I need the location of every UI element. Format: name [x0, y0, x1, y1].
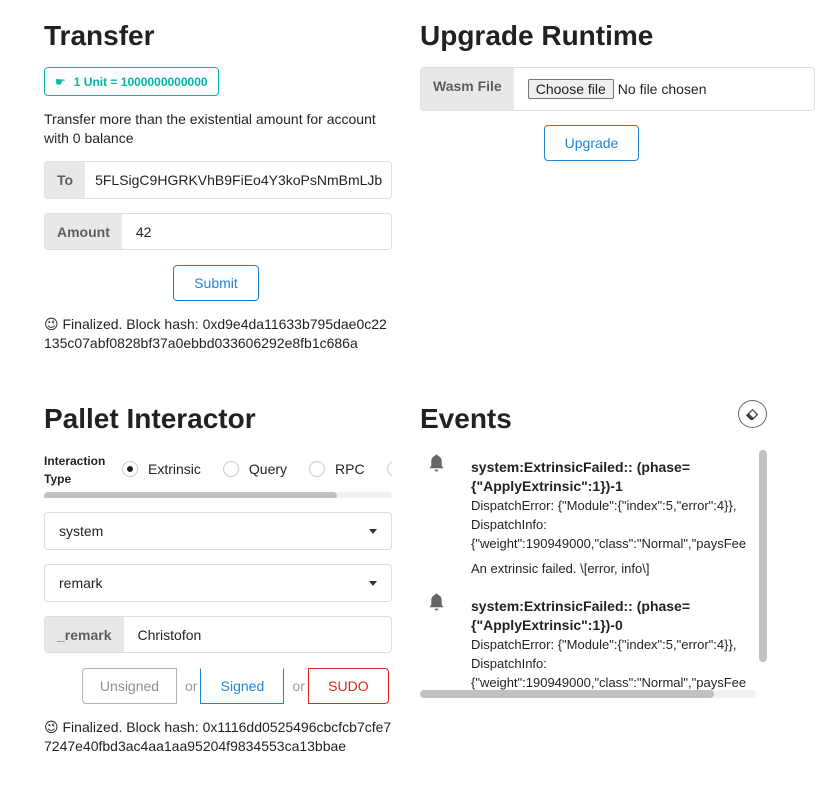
- eraser-icon: [746, 408, 759, 420]
- or-separator: or: [292, 678, 305, 694]
- wasm-file-label: Wasm File: [421, 68, 514, 110]
- to-field[interactable]: To 5FLSigC9HGRKVhB9FiEo4Y3koPsNmBmLJb: [44, 161, 392, 199]
- or-separator: or: [185, 678, 198, 694]
- interaction-type-label: Interaction Type: [44, 454, 106, 486]
- dropdown-caret-icon: [369, 580, 377, 586]
- interaction-scrollbar-thumb[interactable]: [44, 492, 337, 498]
- radio-extrinsic-label[interactable]: Extrinsic: [148, 461, 201, 477]
- callable-dropdown-value: remark: [59, 575, 103, 591]
- upgrade-title: Upgrade Runtime: [420, 20, 654, 51]
- bell-icon: [427, 592, 446, 615]
- unit-badge-text: 1 Unit = 1000000000000: [73, 74, 208, 89]
- interaction-scrollbar-track[interactable]: [44, 492, 392, 498]
- pallet-dropdown-value: system: [59, 523, 104, 539]
- events-vertical-scrollbar[interactable]: [759, 450, 767, 662]
- to-input-value: 5FLSigC9HGRKVhB9FiEo4Y3koPsNmBmLJb: [95, 172, 383, 188]
- transfer-status-text: Finalized. Block hash: 0xd9e4da11633b795…: [44, 316, 387, 351]
- radio-rpc[interactable]: [309, 461, 326, 477]
- upgrade-button[interactable]: Upgrade: [544, 125, 639, 161]
- event-dispatch-error: DispatchError: {"Module":{"index":5,"err…: [471, 637, 737, 652]
- signed-button[interactable]: Signed: [200, 668, 285, 704]
- amount-label: Amount: [45, 214, 122, 249]
- wink-emoji-icon: 😉: [44, 316, 59, 332]
- event-item: system:ExtrinsicFailed:: (phase={"ApplyE…: [471, 597, 767, 692]
- pallet-status: 😉 Finalized. Block hash: 0x1116dd0525496…: [44, 718, 394, 756]
- events-horizontal-scrollbar-thumb[interactable]: [420, 690, 714, 698]
- interaction-type-options: Extrinsic Query RPC C: [122, 461, 392, 477]
- transfer-help-text: Transfer more than the existential amoun…: [44, 111, 376, 146]
- transfer-status: 😉 Finalized. Block hash: 0xd9e4da11633b7…: [44, 315, 394, 353]
- hand-pointer-icon: ☛: [55, 74, 66, 89]
- pallet-dropdown[interactable]: system: [44, 512, 392, 550]
- transfer-title: Transfer: [44, 20, 155, 51]
- events-title: Events: [420, 403, 512, 434]
- event-item: system:ExtrinsicFailed:: (phase={"ApplyE…: [471, 458, 767, 578]
- event-dispatch-info-label: DispatchInfo:: [471, 517, 547, 532]
- to-label: To: [45, 162, 86, 198]
- unsigned-button[interactable]: Unsigned: [82, 668, 177, 704]
- clear-events-button[interactable]: [738, 400, 767, 428]
- radio-extrinsic[interactable]: [122, 461, 138, 477]
- amount-input[interactable]: 42: [122, 214, 391, 249]
- unit-badge: ☛ 1 Unit = 1000000000000: [44, 67, 219, 96]
- wasm-file-input[interactable]: Choose file No file chosen: [514, 68, 814, 110]
- event-title: system:ExtrinsicFailed:: (phase={"ApplyE…: [471, 598, 691, 633]
- callable-dropdown[interactable]: remark: [44, 564, 392, 602]
- events-horizontal-scrollbar-track[interactable]: [420, 690, 756, 698]
- event-description: An extrinsic failed. \[error, info\]: [471, 561, 650, 576]
- remark-input[interactable]: Christofon: [124, 617, 392, 652]
- remark-label: _remark: [45, 617, 124, 652]
- event-dispatch-error: DispatchError: {"Module":{"index":5,"err…: [471, 498, 737, 513]
- radio-query-label[interactable]: Query: [249, 461, 287, 477]
- wink-emoji-icon: 😉: [44, 719, 59, 735]
- remark-field[interactable]: _remark Christofon: [44, 616, 392, 653]
- radio-constant[interactable]: [386, 461, 392, 477]
- submit-button-group: Unsigned or Signed or SUDO: [82, 668, 389, 704]
- pallet-status-text: Finalized. Block hash: 0x1116dd0525496cb…: [44, 719, 392, 754]
- radio-rpc-label[interactable]: RPC: [335, 461, 365, 477]
- events-feed[interactable]: system:ExtrinsicFailed:: (phase={"ApplyE…: [420, 450, 767, 700]
- to-input[interactable]: 5FLSigC9HGRKVhB9FiEo4Y3koPsNmBmLJb: [85, 162, 391, 198]
- interaction-type-group: Interaction Type Extrinsic Query RPC C: [44, 452, 392, 498]
- dropdown-caret-icon: [369, 528, 377, 534]
- event-dispatch-info-label: DispatchInfo:: [471, 656, 547, 671]
- bell-icon: [427, 453, 446, 476]
- choose-file-button[interactable]: Choose file: [527, 79, 614, 99]
- radio-query[interactable]: [222, 461, 239, 477]
- no-file-text: No file chosen: [617, 81, 707, 97]
- amount-field[interactable]: Amount 42: [44, 213, 392, 250]
- submit-button[interactable]: Submit: [173, 265, 259, 301]
- pallet-title: Pallet Interactor: [44, 403, 256, 434]
- event-title: system:ExtrinsicFailed:: (phase={"ApplyE…: [471, 459, 691, 494]
- event-dispatch-info: {"weight":190949000,"class":"Normal","pa…: [471, 536, 747, 551]
- wasm-file-field[interactable]: Wasm File Choose file No file chosen: [420, 67, 815, 111]
- sudo-button[interactable]: SUDO: [307, 668, 389, 704]
